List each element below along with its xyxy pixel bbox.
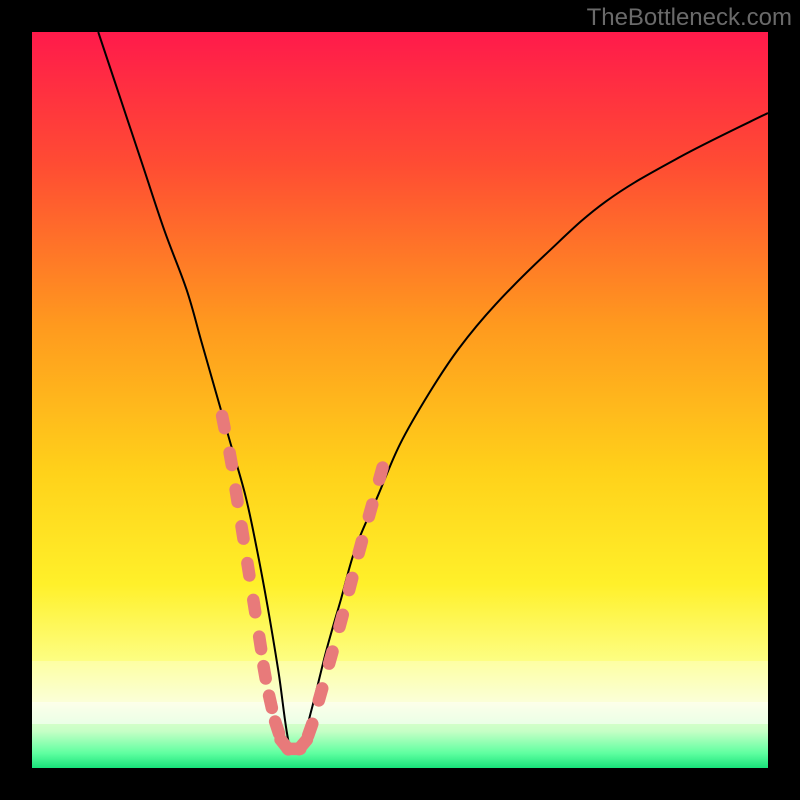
curve-marker [215, 409, 232, 436]
curve-marker [240, 556, 256, 583]
curve-marker [311, 681, 330, 708]
curve-marker [361, 497, 380, 524]
chart-root: TheBottleneck.com [0, 0, 800, 800]
curve-marker [262, 688, 280, 715]
watermark-text: TheBottleneck.com [587, 4, 792, 32]
plot-area [32, 32, 768, 768]
curve-marker [256, 659, 273, 686]
curve-layer [32, 32, 768, 768]
curve-marker [246, 593, 262, 620]
curve-marker [234, 519, 250, 546]
curve-marker [252, 630, 268, 657]
curve-marker [222, 445, 239, 472]
bottleneck-curve [98, 32, 768, 754]
curve-marker [351, 533, 370, 560]
curve-marker [341, 570, 359, 597]
marker-group [215, 409, 390, 759]
